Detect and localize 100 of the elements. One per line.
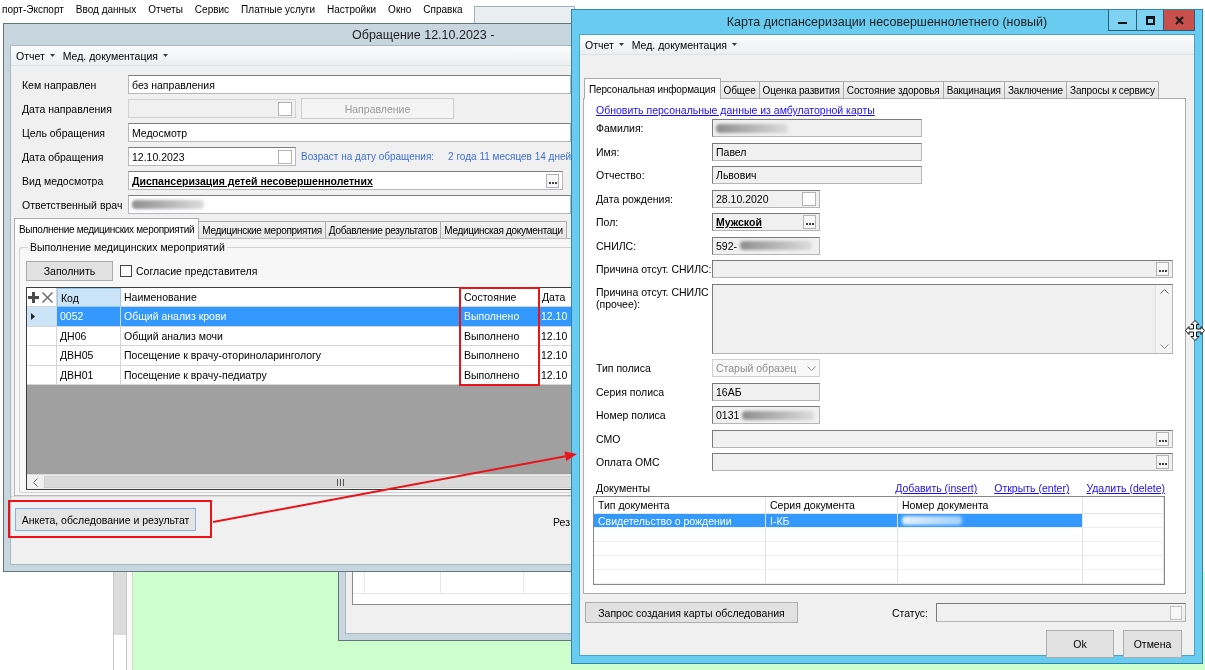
text-field[interactable]: без направления [128,75,571,94]
field-label: Дата обращения [22,150,105,163]
menu-item[interactable]: порт-Экспорт [2,2,64,17]
table-row[interactable]: ДВН05 Посещение к врачу-оториноларингологу Выполнено 12.10 [27,346,571,366]
text-field[interactable]: 592- [712,236,820,255]
text-field[interactable]: Львович [712,166,922,184]
table-cell: ДВН01 [57,365,121,385]
tab[interactable]: Состояние здоровья [842,81,944,98]
chevron-up-icon[interactable] [1159,288,1169,294]
ellipsis-icon [548,181,557,184]
tab[interactable]: Общее [719,81,760,98]
lookup-field[interactable] [712,429,1173,448]
close-icon [1174,15,1184,25]
field-label: Имя: [596,145,621,158]
action-link[interactable]: Открыть (enter) [994,482,1070,494]
menu-button[interactable]: Отчет [582,35,627,54]
grip-icon [337,478,344,486]
cancel-button[interactable]: Отмена [1123,630,1182,658]
menu-item[interactable]: Платные услуги [241,2,316,17]
ellipsis-icon [1158,439,1167,442]
date-picker-button[interactable] [802,191,816,206]
scrollbar-thumb[interactable] [44,476,571,488]
row-pointer-icon [31,312,35,320]
age-label: Возраст на дату обращения: [301,151,435,162]
field-label: Номер полиса [596,409,667,421]
cross-icon[interactable] [42,291,53,303]
checkbox[interactable] [120,264,132,277]
memo-field[interactable] [712,283,1173,354]
text-field[interactable] [128,195,571,214]
text-field[interactable]: Павел [712,142,922,161]
scrollbar[interactable] [1155,284,1172,353]
menu-item[interactable]: Справка [423,2,463,17]
lookup-button[interactable] [1156,455,1169,469]
request-button[interactable]: Запрос создания карты обследования [585,602,798,623]
tab[interactable]: Добавление результатов [324,221,442,238]
tab[interactable]: Выполнение медицинских мероприятий [14,218,200,239]
lookup-field[interactable]: Мужской [712,213,820,231]
menu-item[interactable]: Настройки [327,2,377,17]
status-label: Статус: [891,606,928,619]
chevron-down-icon[interactable] [1159,343,1169,349]
text-field[interactable]: 0131 [712,406,820,424]
field-label: Дата рождения: [596,192,674,205]
text-field[interactable] [712,119,922,137]
tab[interactable]: Персональная информация [584,78,721,99]
age-value: 2 года 11 месяцев 14 дней [448,151,571,162]
text-field[interactable]: Медосмотр [128,123,571,142]
table-cell: Посещение к врачу-оториноларингологу [121,346,461,366]
refresh-link[interactable]: Обновить персональные данные из амбулаторной карты [596,104,875,116]
lookup-field[interactable] [712,453,1173,471]
text-field[interactable]: 16АБ [712,382,820,401]
status-field[interactable] [936,603,1186,622]
maximize-button[interactable] [1136,10,1164,31]
menu-item[interactable]: Отчеты [148,2,183,17]
scrollbar[interactable] [27,474,571,489]
tab[interactable]: Заключение [1003,81,1068,98]
window-title: Карта диспансеризации несовершеннолетнего (новый) [726,15,1048,29]
lookup-field[interactable]: Диспансеризация детей несовершеннолетних [128,171,564,190]
menu-button[interactable]: Мед. документация [59,46,171,65]
tab[interactable]: Запросы к сервису [1066,81,1159,98]
field-label: Вид медосмотра [22,174,105,187]
fill-button[interactable]: Заполнить [26,260,113,281]
lookup-button[interactable] [546,173,560,188]
tab[interactable]: Вакцинация [942,81,1005,98]
group-title: Выполнение медицинских мероприятий [29,241,226,253]
lookup-button[interactable] [803,215,816,229]
caret-icon [731,43,737,46]
minimize-button[interactable] [1108,10,1137,31]
survey-button[interactable]: Анкета, обследование и результат [15,508,196,531]
table-cell: ДВН05 [57,346,121,366]
lookup-button[interactable] [1156,262,1169,276]
menu-button[interactable]: Мед. документация [628,35,740,54]
action-link[interactable]: Добавить (insert) [895,482,978,494]
field-button[interactable] [1170,605,1182,620]
checkbox-label[interactable]: Согласие представителя [136,264,258,277]
tab[interactable]: Оценка развития [758,81,844,98]
row-header[interactable] [27,307,57,327]
menu-item[interactable]: Окно [388,2,412,17]
menu-item[interactable]: Сервис [194,2,230,17]
field-label: СНИЛС: [596,239,638,252]
lookup-field[interactable] [712,260,1173,278]
tab[interactable]: Медицинские мероприятия [198,221,326,238]
scrollbar[interactable] [113,572,127,670]
lookup-button[interactable] [1156,431,1169,446]
menu-item[interactable]: Ввод данных [75,2,137,17]
close-button[interactable] [1163,10,1195,31]
table-cell: Выполнено [461,307,539,327]
ok-button[interactable]: Ok [1046,630,1114,658]
field-label: Пол: [596,216,620,228]
menu-button[interactable]: Отчет [13,46,58,65]
tab[interactable]: Медицинская документаци [440,221,567,238]
date-field[interactable]: 28.10.2020 [712,189,820,208]
action-link[interactable]: Удалить (delete) [1086,482,1165,494]
scrollbar-thumb[interactable] [114,572,126,635]
field-label: СМО [596,432,622,445]
date-picker-button[interactable] [278,149,292,164]
column-header[interactable]: Код [57,288,121,307]
plus-icon[interactable] [28,291,39,303]
table-cell: Общий анализ крови [121,307,461,327]
date-field[interactable]: 12.10.2023 [128,147,296,166]
minimize-icon [1118,22,1127,24]
